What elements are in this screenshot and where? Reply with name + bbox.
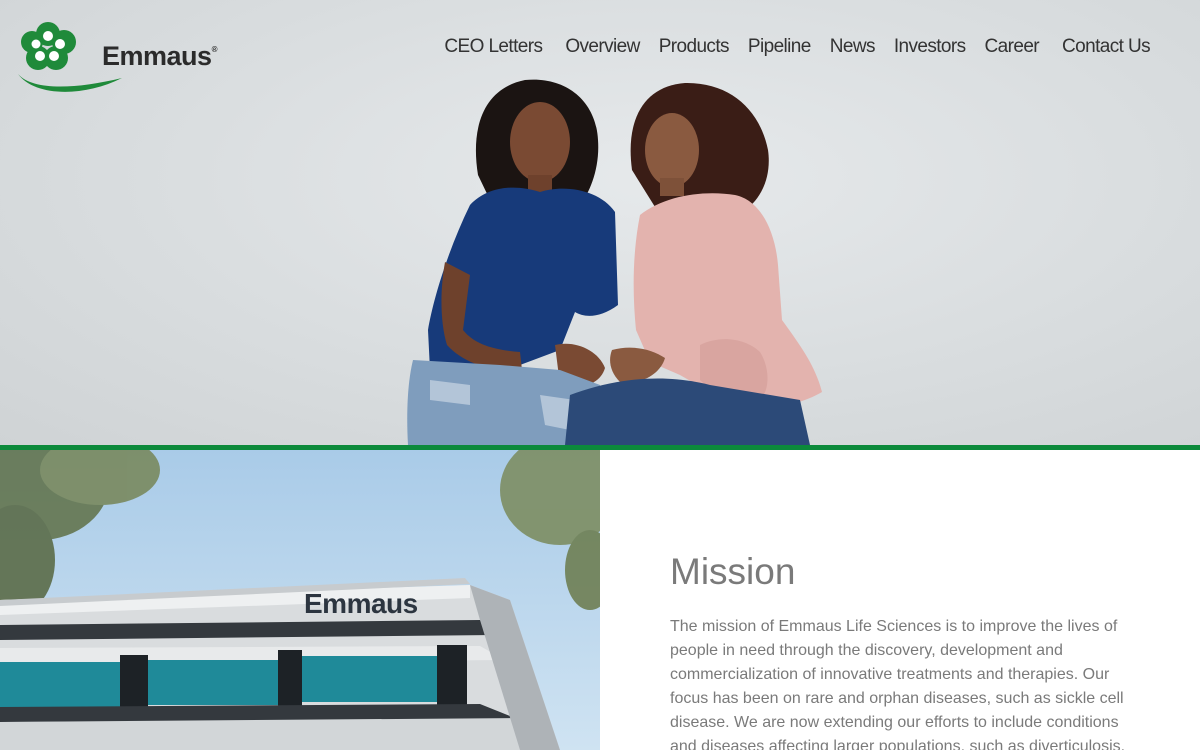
registered-mark: ® — [211, 45, 218, 54]
nav-products[interactable]: Products — [659, 36, 730, 58]
mission-body: The mission of Emmaus Life Sciences is t… — [670, 618, 1126, 750]
nav-career[interactable]: Career — [985, 36, 1040, 58]
nav-news[interactable]: News — [830, 36, 876, 58]
building-sign: Emmaus — [304, 588, 418, 619]
hero-section: Emmaus® CEO Letters Overview Products Pi… — [0, 0, 1200, 445]
main-nav: CEO Letters Overview Products Pipeline N… — [444, 34, 1150, 60]
nav-investors[interactable]: Investors — [894, 36, 966, 58]
emmaus-logo[interactable]: Emmaus® — [12, 12, 218, 92]
mission-title: Mission — [670, 551, 796, 592]
nav-pipeline[interactable]: Pipeline — [748, 36, 811, 58]
nav-overview[interactable]: Overview — [565, 36, 640, 58]
mission-section: Mission The mission of Emmaus Life Scien… — [600, 450, 1200, 750]
building-photo: Emmaus — [0, 450, 600, 750]
nav-contact-us[interactable]: Contact Us — [1062, 36, 1151, 58]
logo-wordmark: Emmaus® — [102, 41, 218, 71]
nav-ceo-letters[interactable]: CEO Letters — [444, 36, 543, 58]
